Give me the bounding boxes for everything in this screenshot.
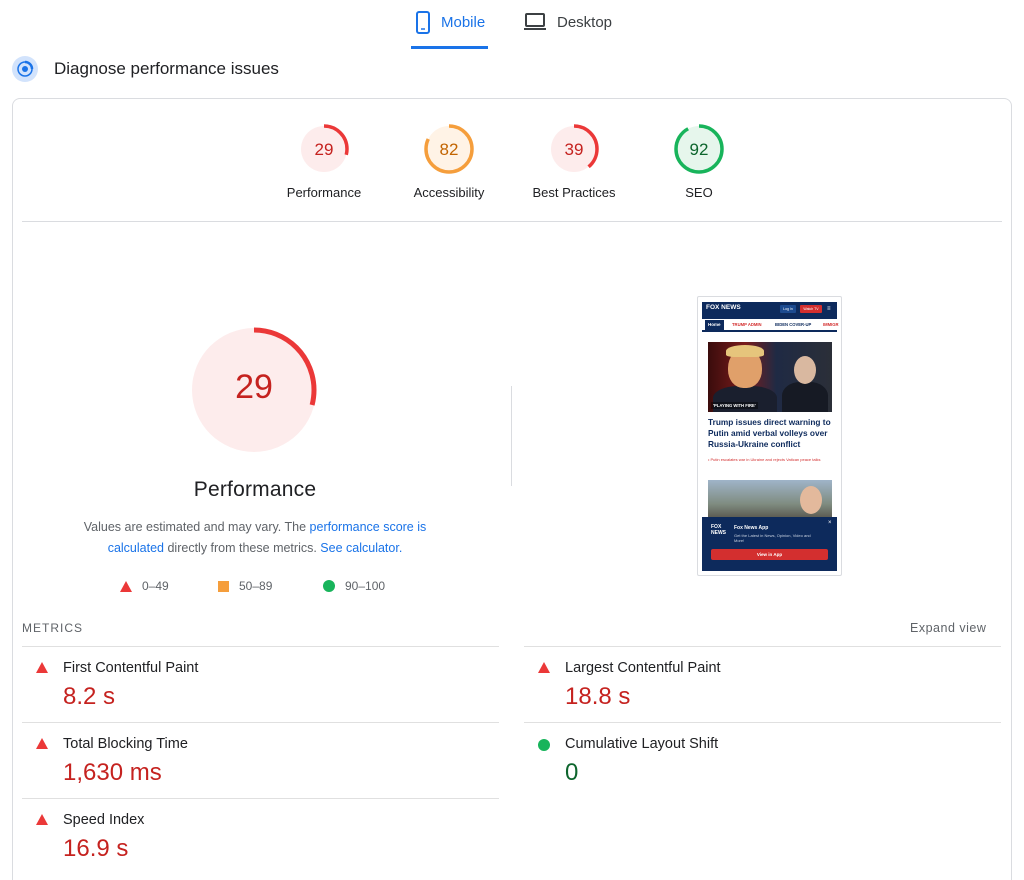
- photo-caption: 'PLAYING WITH FIRE': [711, 402, 758, 409]
- close-icon: ×: [828, 520, 832, 526]
- tab-mobile[interactable]: Mobile: [411, 10, 488, 49]
- circle-icon: [323, 580, 335, 592]
- gauge-label: SEO: [685, 185, 713, 200]
- divider: [22, 221, 1002, 222]
- diagnose-title: Diagnose performance issues: [54, 59, 279, 78]
- vertical-divider: [511, 386, 512, 486]
- performance-score: 29: [235, 368, 273, 406]
- legend-average: 50–89: [218, 579, 272, 593]
- fox-news-logo: FOX NEWS: [706, 304, 741, 311]
- metric-si: Speed Index 16.9 s: [22, 798, 499, 874]
- tab-desktop[interactable]: Desktop: [523, 10, 612, 50]
- diagnose-header: Diagnose performance issues: [12, 55, 279, 83]
- metric-fcp: First Contentful Paint 8.2 s: [22, 646, 499, 722]
- app-banner: FOX NEWS Fox News App Get the Latest in …: [702, 517, 837, 571]
- gauge-ring: 82: [424, 124, 474, 174]
- triangle-icon: [120, 580, 132, 592]
- score-gauges: 29 Performance 82 Accessibility 39 Best …: [0, 123, 1024, 208]
- triangle-icon: [538, 662, 550, 673]
- nav-item: TRUMP ADMIN: [732, 322, 762, 327]
- gauge-ring: 92: [674, 124, 724, 174]
- metric-name: Speed Index: [63, 812, 145, 828]
- metric-name: Cumulative Layout Shift: [565, 736, 719, 752]
- tab-mobile-label: Mobile: [441, 14, 486, 31]
- legend-poor: 0–49: [120, 579, 169, 593]
- metric-value: 1,630 ms: [63, 759, 162, 786]
- watch-tv-button: Watch TV: [800, 305, 822, 313]
- gauge-performance[interactable]: 29 Performance: [269, 123, 379, 200]
- site-header: FOX NEWS Log In Watch TV ≡: [702, 302, 837, 316]
- tab-desktop-label: Desktop: [557, 14, 613, 31]
- banner-logo: FOX NEWS: [711, 524, 726, 536]
- triangle-icon: [36, 738, 48, 749]
- gauge-label: Performance: [286, 185, 362, 200]
- gauge-ring: 29: [299, 124, 349, 174]
- nav-item: IMMIGR: [823, 322, 839, 327]
- performance-gauge: 29: [190, 326, 320, 461]
- gauge-score: 39: [565, 140, 584, 159]
- headline-photo: 'PLAYING WITH FIRE': [708, 342, 832, 412]
- gauge-accessibility[interactable]: 82 Accessibility: [394, 123, 504, 200]
- metric-tbt: Total Blocking Time 1,630 ms: [22, 722, 499, 798]
- circle-icon: [538, 739, 550, 751]
- banner-subtitle: Get the Latest in News, Opinion, Video a…: [734, 533, 811, 543]
- menu-icon: ≡: [827, 306, 831, 312]
- gauge-label: Accessibility: [413, 185, 485, 200]
- triangle-icon: [36, 662, 48, 673]
- laptop-icon: [524, 13, 546, 30]
- login-button: Log In: [780, 305, 796, 313]
- nav-home: Home: [705, 320, 724, 330]
- gauge-best-practices[interactable]: 39 Best Practices: [519, 123, 629, 200]
- device-tabs: Mobile Desktop: [0, 0, 1024, 50]
- legend-good: 90–100: [323, 579, 385, 593]
- metrics-heading: METRICS: [22, 621, 83, 635]
- metric-value: 16.9 s: [63, 835, 129, 862]
- performance-description: Values are estimated and may vary. The p…: [83, 520, 427, 555]
- metric-value: 0: [565, 759, 579, 786]
- page-screenshot: FOX NEWS Log In Watch TV ≡ Home TRUMP AD…: [697, 296, 842, 576]
- expand-view-toggle[interactable]: Expand view: [910, 621, 986, 635]
- performance-title: Performance: [193, 478, 317, 501]
- metric-name: Largest Contentful Paint: [565, 660, 721, 676]
- score-legend: 0–49 50–89 90–100: [118, 579, 418, 597]
- gauge-icon: [12, 56, 38, 82]
- mobile-phone-icon: [416, 11, 430, 34]
- gauge-score: 29: [315, 140, 334, 159]
- metric-cls: Cumulative Layout Shift 0: [524, 722, 1001, 798]
- metric-value: 8.2 s: [63, 683, 116, 710]
- gauge-ring: 39: [549, 124, 599, 174]
- gauge-score: 82: [440, 140, 459, 159]
- triangle-icon: [36, 814, 48, 825]
- metric-value: 18.8 s: [565, 683, 631, 710]
- view-in-app-button: View in App: [711, 549, 828, 560]
- square-icon: [218, 580, 229, 592]
- bullet-link: • Putin escalates war in Ukraine and rej…: [708, 457, 821, 462]
- nav-item: BIDEN COVER-UP: [775, 322, 812, 327]
- metric-lcp: Largest Contentful Paint 18.8 s: [524, 646, 1001, 722]
- second-photo: [708, 480, 832, 520]
- metric-name: Total Blocking Time: [63, 736, 188, 752]
- see-calculator-link[interactable]: See calculator.: [320, 541, 402, 555]
- gauge-label: Best Practices: [532, 185, 616, 200]
- gauge-score: 92: [690, 140, 709, 159]
- site-nav: Home TRUMP ADMIN BIDEN COVER-UP IMMIGR: [702, 316, 839, 332]
- headline: Trump issues direct warning to Putin ami…: [708, 417, 831, 449]
- metric-name: First Contentful Paint: [63, 660, 199, 676]
- gauge-seo[interactable]: 92 SEO: [644, 123, 754, 200]
- banner-title: Fox News App: [734, 525, 769, 531]
